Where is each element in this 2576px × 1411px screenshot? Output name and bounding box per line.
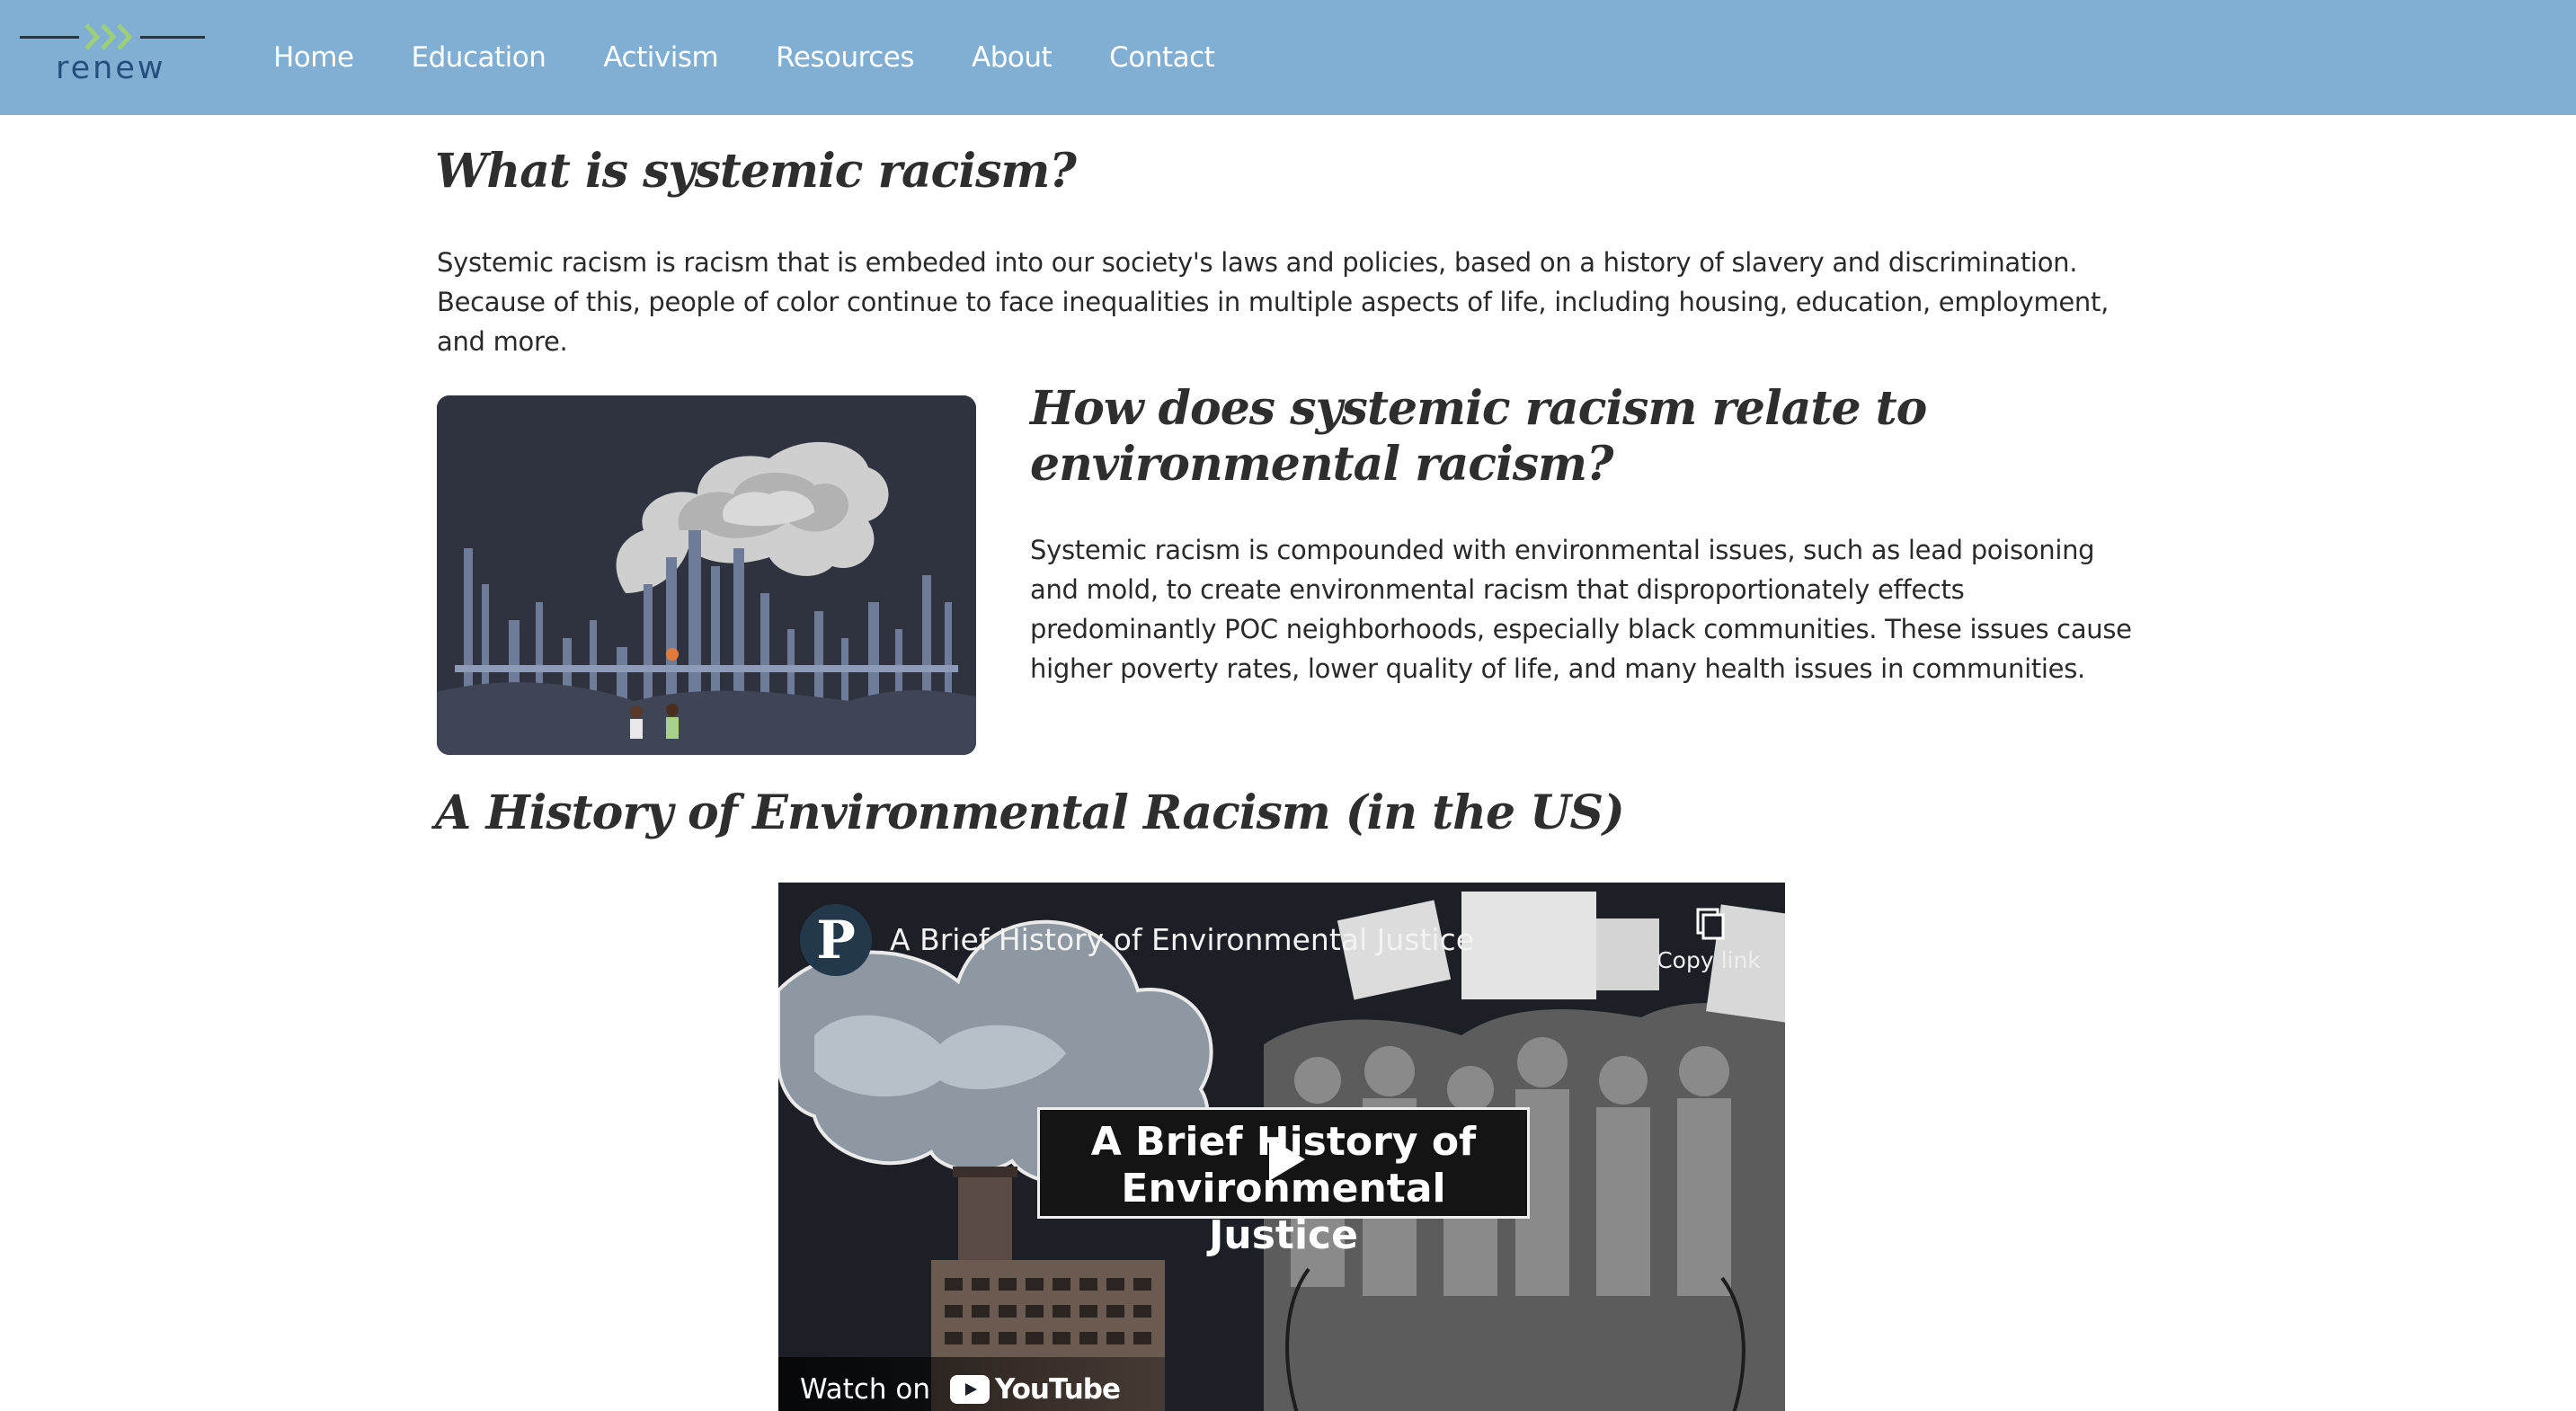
- chevrons-icon: [84, 23, 133, 50]
- play-icon[interactable]: [1251, 1127, 1316, 1192]
- nav-link-contact[interactable]: Contact: [1109, 41, 1215, 74]
- factory-smokestacks-illustration: [437, 395, 976, 755]
- nav-link-activism[interactable]: Activism: [603, 41, 718, 74]
- watch-on-youtube-button[interactable]: Watch on YouTube: [778, 1357, 1165, 1411]
- youtube-wordmark: YouTube: [994, 1373, 1121, 1406]
- paragraph-environmental-racism: Systemic racism is compounded with envir…: [1030, 535, 2132, 684]
- watch-on-label: Watch on: [800, 1373, 930, 1406]
- youtube-logo: YouTube: [949, 1373, 1121, 1406]
- copy-link-button[interactable]: Copy link: [1641, 906, 1776, 973]
- copy-link-label: Copy link: [1657, 947, 1761, 973]
- top-navbar: renew Home Education Activism Resources …: [0, 0, 2576, 115]
- logo-line-right: [140, 36, 205, 39]
- youtube-video-embed[interactable]: P A Brief History of Environmental Justi…: [778, 883, 1785, 1411]
- nav-link-education[interactable]: Education: [412, 41, 546, 74]
- logo-line-left: [20, 36, 79, 39]
- renew-logo[interactable]: renew: [20, 20, 205, 92]
- paragraph-systemic-racism: Systemic racism is racism that is embede…: [437, 247, 2109, 357]
- youtube-play-icon: [949, 1375, 990, 1404]
- nav-link-resources[interactable]: Resources: [776, 41, 914, 74]
- logo-text: renew: [56, 50, 166, 86]
- main-nav: Home Education Activism Resources About …: [273, 0, 1272, 115]
- nav-link-home[interactable]: Home: [273, 41, 354, 74]
- heading-what-is-systemic-racism: What is systemic racism?: [435, 144, 1077, 199]
- channel-avatar[interactable]: P: [800, 904, 872, 976]
- heading-history-environmental-racism: A History of Environmental Racism (in th…: [435, 785, 1625, 840]
- nav-link-about[interactable]: About: [972, 41, 1053, 74]
- video-title[interactable]: A Brief History of Environmental Justice: [890, 922, 1474, 957]
- copy-icon: [1696, 908, 1725, 940]
- heading-how-systemic-relates: How does systemic racism relate to envir…: [1030, 381, 1927, 492]
